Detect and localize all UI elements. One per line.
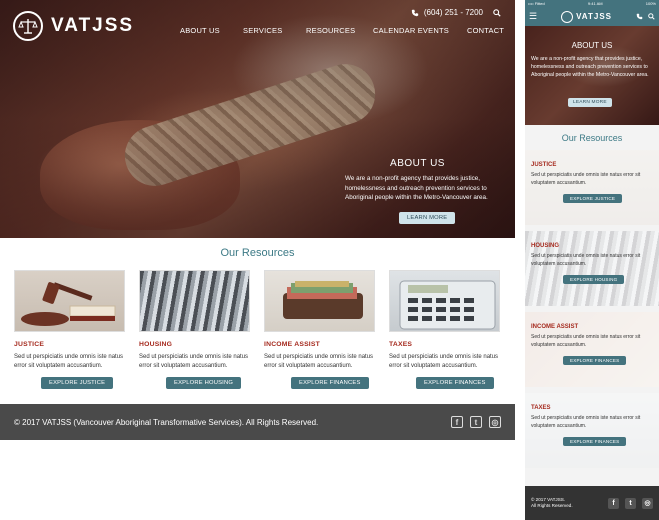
- explore-finances-button[interactable]: EXPLORE FINANCES: [291, 377, 369, 389]
- learn-more-button[interactable]: LEARN MORE: [568, 98, 612, 107]
- phone-number: (604) 251 - 7200: [423, 8, 483, 17]
- resource-card-housing: HOUSING Sed ut perspiciatis unde omnis i…: [139, 270, 250, 389]
- nav-services[interactable]: SERVICES: [243, 26, 306, 35]
- mobile-logo[interactable]: VATJSS: [561, 10, 612, 23]
- brand-name: VATJSS: [576, 12, 612, 21]
- nav-resources[interactable]: RESOURCES: [306, 26, 373, 35]
- search-icon[interactable]: [648, 13, 655, 20]
- learn-more-button[interactable]: LEARN MORE: [399, 211, 456, 224]
- card-text: Sed ut perspiciatis unde omnis iste natu…: [531, 253, 641, 267]
- card-title: HOUSING: [139, 341, 173, 348]
- footer: © 2017 VATJSS (Vancouver Aboriginal Tran…: [0, 404, 515, 440]
- instagram-icon[interactable]: ◎: [642, 497, 653, 509]
- social-links: f t ◎: [608, 497, 653, 509]
- mobile-layout: •••• Fitted 9:41 AM 100% ☰ VATJSS ABOUT …: [525, 0, 659, 520]
- explore-housing-button[interactable]: EXPLORE HOUSING: [563, 275, 625, 284]
- nav-contact[interactable]: CONTACT: [467, 26, 507, 35]
- facebook-icon[interactable]: f: [608, 497, 619, 509]
- explore-justice-button[interactable]: EXPLORE JUSTICE: [563, 194, 623, 203]
- hero-text: We are a non-profit agency that provides…: [531, 56, 649, 78]
- hero-about: ABOUT US We are a non-profit agency that…: [345, 158, 500, 224]
- card-title: JUSTICE: [14, 341, 45, 348]
- main-nav: ABOUT US SERVICES RESOURCES CALENDAR EVE…: [180, 26, 507, 35]
- card-text: Sed ut perspiciatis unde omnis iste natu…: [14, 354, 124, 369]
- facebook-icon[interactable]: f: [451, 416, 463, 428]
- phone-icon: [411, 9, 419, 16]
- building-image: [139, 270, 250, 332]
- nav-calendar-events[interactable]: CALENDAR EVENTS: [373, 26, 467, 35]
- resources-title: Our Resources: [561, 133, 623, 143]
- explore-housing-button[interactable]: EXPLORE HOUSING: [166, 377, 242, 389]
- card-text: Sed ut perspiciatis unde omnis iste natu…: [531, 172, 641, 186]
- card-text: Sed ut perspiciatis unde omnis iste natu…: [531, 334, 641, 348]
- calculator-image: [389, 270, 500, 332]
- explore-finances-button[interactable]: EXPLORE FINANCES: [563, 437, 627, 446]
- card-text: Sed ut perspiciatis unde omnis iste natu…: [531, 415, 641, 429]
- twitter-icon[interactable]: t: [625, 497, 636, 509]
- explore-justice-button[interactable]: EXPLORE JUSTICE: [41, 377, 114, 389]
- resource-card-taxes: TAXES Sed ut perspiciatis unde omnis ist…: [389, 270, 500, 389]
- mobile-header: ☰ VATJSS: [525, 7, 659, 26]
- card-title: INCOME ASSIST: [264, 341, 320, 348]
- hamburger-menu-icon[interactable]: ☰: [529, 11, 537, 22]
- mobile-card-housing: HOUSING Sed ut perspiciatis unde omnis i…: [525, 231, 659, 306]
- footer-copyright: © 2017 VATJSS. All Rights Reserved.: [531, 497, 573, 510]
- card-title: JUSTICE: [531, 162, 557, 168]
- hero-title: ABOUT US: [571, 41, 613, 50]
- brand-name: VATJSS: [51, 15, 135, 36]
- logo[interactable]: VATJSS: [13, 11, 134, 41]
- battery: 100%: [645, 1, 656, 6]
- card-title: INCOME ASSIST: [531, 324, 579, 330]
- mobile-card-income-assist: INCOME ASSIST Sed ut perspiciatis unde o…: [525, 312, 659, 387]
- page: VATJSS (604) 251 - 7200 ABOUT US SERVICE…: [0, 0, 659, 520]
- scales-of-justice-icon: [13, 11, 43, 41]
- card-text: Sed ut perspiciatis unde omnis iste natu…: [389, 354, 499, 369]
- phone-link[interactable]: (604) 251 - 7200: [411, 8, 483, 17]
- mobile-card-taxes: TAXES Sed ut perspiciatis unde omnis ist…: [525, 393, 659, 468]
- search-icon[interactable]: [493, 8, 501, 17]
- resource-cards: JUSTICE Sed ut perspiciatis unde omnis i…: [14, 270, 500, 389]
- mobile-hero: ABOUT US We are a non-profit agency that…: [525, 26, 659, 125]
- card-text: Sed ut perspiciatis unde omnis iste natu…: [139, 354, 249, 369]
- mobile-header-icons: [636, 13, 655, 20]
- wallet-money-image: [264, 270, 375, 332]
- top-info-bar: (604) 251 - 7200: [411, 8, 501, 17]
- card-title: TAXES: [531, 405, 551, 411]
- mobile-footer: © 2017 VATJSS. All Rights Reserved. f t …: [525, 486, 659, 520]
- explore-finances-button[interactable]: EXPLORE FINANCES: [563, 356, 627, 365]
- explore-finances-button[interactable]: EXPLORE FINANCES: [416, 377, 494, 389]
- footer-copyright: © 2017 VATJSS (Vancouver Aboriginal Tran…: [14, 417, 319, 427]
- card-text: Sed ut perspiciatis unde omnis iste natu…: [264, 354, 374, 369]
- mobile-status-bar: •••• Fitted 9:41 AM 100%: [525, 0, 659, 7]
- scales-of-justice-icon: [561, 10, 574, 23]
- time: 9:41 AM: [587, 1, 603, 6]
- phone-icon[interactable]: [636, 13, 643, 20]
- gavel-image: [14, 270, 125, 332]
- desktop-layout: VATJSS (604) 251 - 7200 ABOUT US SERVICE…: [0, 0, 515, 520]
- instagram-icon[interactable]: ◎: [489, 416, 501, 428]
- nav-about-us[interactable]: ABOUT US: [180, 26, 243, 35]
- mobile-card-justice: JUSTICE Sed ut perspiciatis unde omnis i…: [525, 150, 659, 225]
- card-title: HOUSING: [531, 243, 560, 249]
- resource-card-income-assist: INCOME ASSIST Sed ut perspiciatis unde o…: [264, 270, 375, 389]
- hero-text: We are a non-profit agency that provides…: [345, 175, 488, 201]
- social-links: f t ◎: [451, 416, 501, 428]
- carrier: •••• Fitted: [528, 1, 545, 6]
- hero-title: ABOUT US: [390, 158, 445, 169]
- hero-section: VATJSS (604) 251 - 7200 ABOUT US SERVICE…: [0, 0, 515, 238]
- resources-title: Our Resources: [220, 247, 295, 259]
- card-title: TAXES: [389, 341, 413, 348]
- footer-line-2: All Rights Reserved.: [531, 503, 573, 508]
- twitter-icon[interactable]: t: [470, 416, 482, 428]
- resource-card-justice: JUSTICE Sed ut perspiciatis unde omnis i…: [14, 270, 125, 389]
